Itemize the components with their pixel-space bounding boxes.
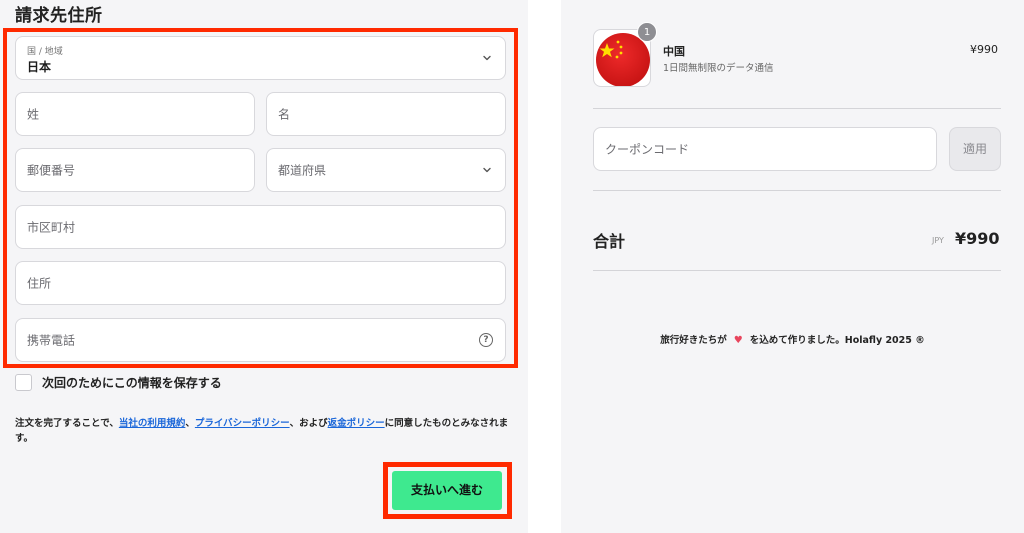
divider — [593, 270, 1001, 271]
terms-of-service-link[interactable]: 当社の利用規約 — [119, 418, 186, 429]
city-field[interactable]: 市区町村 — [15, 205, 506, 249]
product-price: ¥990 — [970, 43, 998, 56]
address-field[interactable]: 住所 — [15, 261, 506, 305]
terms-prefix: 注文を完了することで、 — [15, 418, 119, 429]
postal-code-placeholder: 郵便番号 — [27, 163, 76, 178]
apply-coupon-button[interactable]: 適用 — [949, 127, 1001, 171]
country-value: 日本 — [27, 60, 52, 74]
billing-title: 請求先住所 — [15, 6, 103, 26]
chevron-down-icon — [481, 52, 493, 64]
total-amount: ¥990 — [955, 229, 1000, 248]
terms-separator: 、および — [289, 418, 328, 429]
product-description: 1日間無制限のデータ通信 — [663, 63, 774, 74]
city-placeholder: 市区町村 — [27, 220, 76, 235]
product-name: 中国 — [663, 45, 685, 58]
prefecture-select[interactable]: 都道府県 — [266, 148, 506, 192]
total-currency: JPY — [932, 236, 944, 245]
phone-field[interactable]: 携帯電話 ? — [15, 318, 506, 362]
heart-icon: ♥ — [733, 335, 743, 346]
save-info-row[interactable]: 次回のためにこの情報を保存する — [15, 373, 222, 391]
privacy-policy-link[interactable]: プライバシーポリシー — [195, 418, 290, 429]
first-name-field[interactable]: 名 — [266, 92, 506, 136]
terms-text: 注文を完了することで、当社の利用規約、プライバシーポリシー、および返金ポリシーに… — [15, 416, 510, 446]
last-name-field[interactable]: 姓 — [15, 92, 255, 136]
help-icon[interactable]: ? — [479, 333, 493, 347]
last-name-placeholder: 姓 — [27, 107, 40, 122]
footer-text-after: を込めて作りました。Holafly 2025 ® — [749, 335, 925, 346]
save-info-label: 次回のためにこの情報を保存する — [42, 375, 222, 390]
chevron-down-icon — [481, 164, 493, 176]
quantity-badge: 1 — [637, 22, 657, 42]
prefecture-placeholder: 都道府県 — [278, 163, 327, 178]
country-select[interactable]: 国 / 地域 日本 — [15, 36, 506, 80]
address-placeholder: 住所 — [27, 276, 52, 291]
country-label: 国 / 地域 — [27, 47, 63, 57]
divider — [593, 108, 1001, 109]
terms-separator: 、 — [185, 418, 195, 429]
phone-placeholder: 携帯電話 — [27, 333, 76, 348]
postal-code-field[interactable]: 郵便番号 — [15, 148, 255, 192]
first-name-placeholder: 名 — [278, 107, 291, 122]
coupon-placeholder: クーポンコード — [605, 142, 690, 157]
footer-text-before: 旅行好きたちが — [660, 335, 727, 346]
coupon-input[interactable]: クーポンコード — [593, 127, 937, 171]
refund-policy-link[interactable]: 返金ポリシー — [328, 418, 385, 429]
proceed-to-payment-button[interactable]: 支払いへ進む — [392, 471, 502, 510]
total-label: 合計 — [593, 232, 626, 251]
divider — [593, 190, 1001, 191]
footer-note: 旅行好きたちが ♥ を込めて作りました。Holafly 2025 ® — [561, 332, 1024, 346]
save-info-checkbox[interactable] — [15, 373, 32, 391]
